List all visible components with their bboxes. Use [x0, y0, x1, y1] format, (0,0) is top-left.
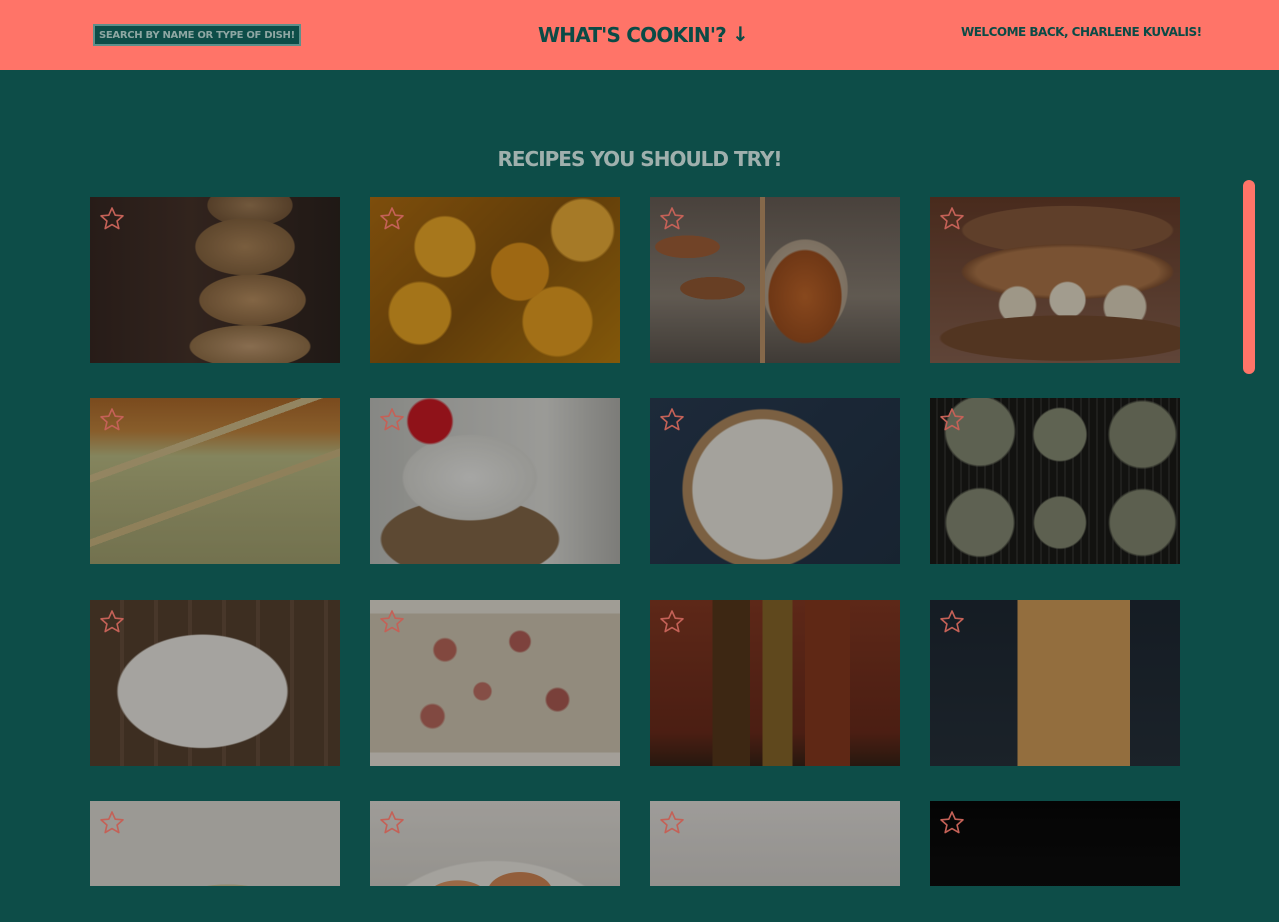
recipe-photo[interactable] — [930, 600, 1180, 766]
recipe-photo[interactable] — [90, 197, 340, 363]
recipe-photo[interactable] — [90, 801, 340, 886]
recipe-photo[interactable] — [930, 801, 1180, 886]
star-outline-icon[interactable] — [658, 205, 686, 233]
star-outline-icon[interactable] — [658, 809, 686, 837]
star-outline-icon[interactable] — [938, 406, 966, 434]
recipe-card[interactable] — [930, 600, 1180, 766]
scrollbar-thumb[interactable] — [1243, 180, 1255, 374]
recipe-card[interactable] — [650, 197, 900, 363]
recipe-card[interactable] — [930, 398, 1180, 564]
star-outline-icon[interactable] — [938, 809, 966, 837]
star-outline-icon[interactable] — [658, 406, 686, 434]
recipe-card[interactable] — [90, 801, 340, 886]
star-outline-icon[interactable] — [378, 809, 406, 837]
recipe-card[interactable] — [90, 398, 340, 564]
recipe-card[interactable] — [370, 801, 620, 886]
welcome-message: Welcome back, Charlene Kuvalis! — [961, 25, 1202, 39]
recipe-photo[interactable] — [650, 398, 900, 564]
recipe-photo[interactable] — [90, 398, 340, 564]
recipe-card[interactable] — [90, 600, 340, 766]
star-outline-icon[interactable] — [378, 406, 406, 434]
recipe-card[interactable] — [650, 398, 900, 564]
search-input[interactable] — [93, 24, 301, 46]
star-outline-icon[interactable] — [938, 205, 966, 233]
section-heading: Recipes you should try! — [497, 147, 782, 172]
star-outline-icon[interactable] — [98, 406, 126, 434]
star-outline-icon[interactable] — [938, 608, 966, 636]
down-arrow-icon: ↓ — [731, 22, 749, 46]
recipe-photo[interactable] — [650, 801, 900, 886]
recipe-card[interactable] — [650, 801, 900, 886]
recipe-card[interactable] — [930, 197, 1180, 363]
app-title[interactable]: What's Cookin'? ↓ — [538, 20, 749, 50]
recipe-photo[interactable] — [650, 600, 900, 766]
star-outline-icon[interactable] — [98, 809, 126, 837]
recipe-photo[interactable] — [370, 801, 620, 886]
recipe-grid — [0, 197, 1279, 886]
recipe-photo[interactable] — [930, 398, 1180, 564]
star-outline-icon[interactable] — [378, 205, 406, 233]
recipe-photo[interactable] — [370, 600, 620, 766]
star-outline-icon[interactable] — [98, 205, 126, 233]
recipe-photo[interactable] — [650, 197, 900, 363]
recipe-photo[interactable] — [370, 398, 620, 564]
star-outline-icon[interactable] — [98, 608, 126, 636]
recipe-card[interactable] — [930, 801, 1180, 886]
app-title-label: What's Cookin'? — [538, 23, 727, 47]
recipe-photo[interactable] — [370, 197, 620, 363]
star-outline-icon[interactable] — [378, 608, 406, 636]
recipe-card[interactable] — [650, 600, 900, 766]
recipe-card[interactable] — [370, 600, 620, 766]
top-bar: What's Cookin'? ↓ Welcome back, Charlene… — [0, 0, 1279, 70]
recipe-photo[interactable] — [930, 197, 1180, 363]
star-outline-icon[interactable] — [658, 608, 686, 636]
recipe-card[interactable] — [90, 197, 340, 363]
recipe-photo[interactable] — [90, 600, 340, 766]
recipe-card[interactable] — [370, 197, 620, 363]
recipe-card[interactable] — [370, 398, 620, 564]
